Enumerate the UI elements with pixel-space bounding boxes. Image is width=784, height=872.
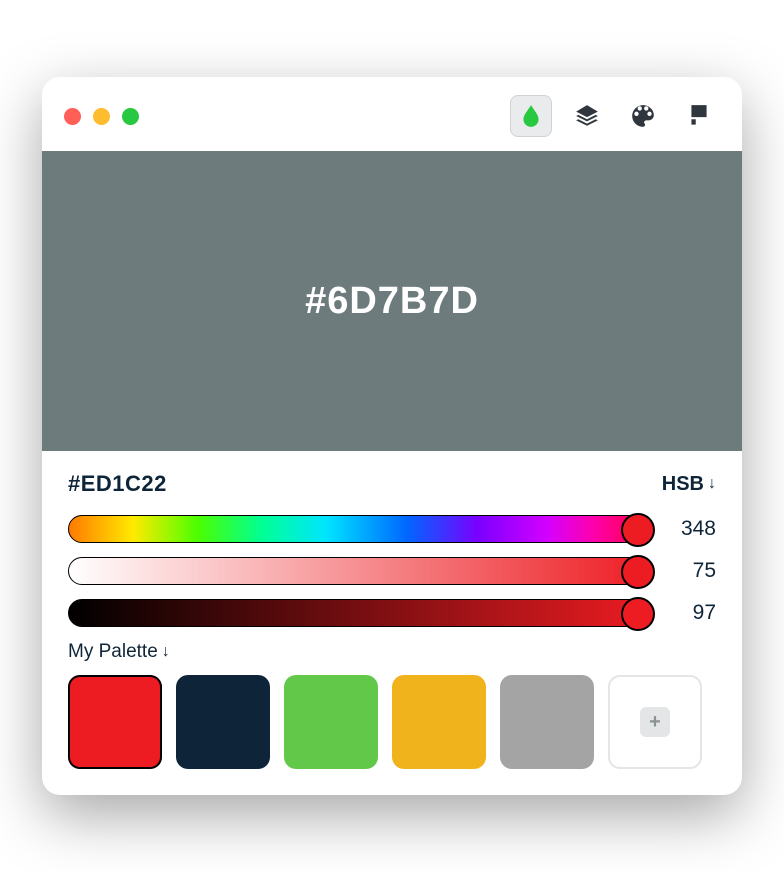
add-swatch-button[interactable]: + <box>608 675 702 769</box>
maximize-button[interactable] <box>122 108 139 125</box>
brightness-slider-row: 97 <box>68 599 716 627</box>
brush-icon <box>686 103 712 129</box>
hue-slider-row: 348 <box>68 515 716 543</box>
layers-icon <box>574 103 600 129</box>
mode-label: HSB <box>662 473 704 496</box>
color-mode-selector[interactable]: HSB ↓ <box>662 473 716 496</box>
palette-swatch[interactable] <box>68 675 162 769</box>
titlebar <box>42 77 742 151</box>
hue-thumb[interactable] <box>621 513 655 547</box>
chevron-down-icon: ↓ <box>162 643 170 661</box>
preview-hex: #6D7B7D <box>305 280 479 323</box>
palette-swatch[interactable] <box>284 675 378 769</box>
hue-value: 348 <box>672 517 716 541</box>
brightness-value: 97 <box>672 601 716 625</box>
saturation-slider[interactable] <box>68 557 654 585</box>
chevron-down-icon: ↓ <box>708 475 716 493</box>
palette-swatch[interactable] <box>176 675 270 769</box>
tool-brush[interactable] <box>678 95 720 137</box>
saturation-slider-row: 75 <box>68 557 716 585</box>
brightness-slider[interactable] <box>68 599 654 627</box>
hue-slider[interactable] <box>68 515 654 543</box>
drop-icon <box>518 103 544 129</box>
tool-drop[interactable] <box>510 95 552 137</box>
tool-layers[interactable] <box>566 95 608 137</box>
minimize-button[interactable] <box>93 108 110 125</box>
saturation-value: 75 <box>672 559 716 583</box>
controls: #ED1C22 HSB ↓ 348 75 97 My Palett <box>42 451 742 795</box>
toolbar <box>510 95 720 137</box>
saturation-thumb[interactable] <box>621 555 655 589</box>
brightness-thumb[interactable] <box>621 597 655 631</box>
traffic-lights <box>64 108 139 125</box>
palette-swatches: + <box>68 675 716 769</box>
color-preview: #6D7B7D <box>42 151 742 451</box>
tool-palette[interactable] <box>622 95 664 137</box>
palette-swatch[interactable] <box>392 675 486 769</box>
palette-icon <box>630 103 656 129</box>
color-picker-window: #6D7B7D #ED1C22 HSB ↓ 348 75 97 <box>42 77 742 795</box>
palette-title: My Palette <box>68 641 158 663</box>
close-button[interactable] <box>64 108 81 125</box>
palette-swatch[interactable] <box>500 675 594 769</box>
plus-icon: + <box>640 707 670 737</box>
palette-selector[interactable]: My Palette ↓ <box>68 641 716 663</box>
current-hex[interactable]: #ED1C22 <box>68 471 167 497</box>
